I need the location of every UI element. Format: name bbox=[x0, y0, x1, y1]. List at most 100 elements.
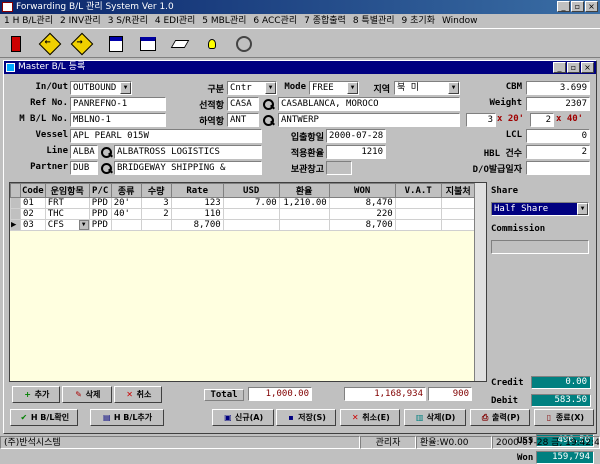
menu-init[interactable]: 9 초기화 bbox=[402, 14, 435, 28]
cell-vat[interactable] bbox=[394, 208, 442, 220]
child-restore-button[interactable]: ▫ bbox=[567, 62, 580, 73]
calendar-icon[interactable] bbox=[136, 33, 160, 55]
pol-name-field[interactable]: CASABLANCA, MOROCO bbox=[278, 97, 460, 111]
pol-code-field[interactable]: CASA bbox=[227, 97, 259, 111]
cell-pc[interactable]: PPD bbox=[88, 197, 112, 209]
hbl-add-button[interactable]: ▤ H B/L추가 bbox=[90, 409, 164, 426]
menu-acc[interactable]: 6 ACC관리 bbox=[253, 14, 297, 28]
menu-hbl[interactable]: 1 H B/L관리 bbox=[4, 14, 53, 28]
cell-item[interactable]: CFS ▼ bbox=[44, 219, 90, 231]
menu-inv[interactable]: 2 INV관리 bbox=[60, 14, 101, 28]
commission-field[interactable] bbox=[491, 240, 589, 254]
partner-name-field[interactable]: BRIDGEWAY SHIPPING & bbox=[114, 161, 262, 175]
menu-edi[interactable]: 4 EDI관리 bbox=[155, 14, 195, 28]
cell-type[interactable]: 40' bbox=[110, 208, 142, 220]
child-minimize-button[interactable]: _ bbox=[553, 62, 566, 73]
cell-rate[interactable]: 110 bbox=[170, 208, 224, 220]
col-code[interactable]: Code bbox=[20, 183, 46, 198]
cell-won[interactable]: 8,470 bbox=[328, 197, 396, 209]
delete-row-button[interactable]: ✎ 삭제 bbox=[62, 386, 112, 403]
col-pc[interactable]: P/C bbox=[88, 183, 112, 198]
exit-button[interactable]: ▯ 종료(X) bbox=[534, 409, 594, 426]
cell-code[interactable]: 03 bbox=[20, 219, 46, 231]
cell-exrate[interactable]: 1,210.00 bbox=[278, 197, 330, 209]
cbm-field[interactable]: 3.699 bbox=[526, 81, 590, 95]
eraser-icon[interactable] bbox=[168, 33, 192, 55]
cancel-row-button[interactable]: ✕ 취소 bbox=[114, 386, 162, 403]
add-row-button[interactable]: + 추가 bbox=[12, 386, 60, 403]
restore-button[interactable]: ▫ bbox=[571, 1, 584, 12]
col-item[interactable]: 운임항목 bbox=[44, 183, 90, 198]
menu-sr[interactable]: 3 S/R관리 bbox=[108, 14, 148, 28]
cntr20-field[interactable]: 3 bbox=[466, 113, 496, 127]
col-exrate[interactable]: 환율 bbox=[278, 183, 330, 198]
hbl-count-field[interactable]: 2 bbox=[526, 145, 590, 159]
cell-qty[interactable] bbox=[140, 219, 172, 231]
new-button[interactable]: ▣ 신규(A) bbox=[212, 409, 274, 426]
minimize-button[interactable]: _ bbox=[557, 1, 570, 12]
menu-report[interactable]: 7 종합출력 bbox=[304, 14, 346, 28]
line-code-field[interactable]: ALBA bbox=[70, 145, 98, 159]
cell-type[interactable]: 20' bbox=[110, 197, 142, 209]
col-qty[interactable]: 수량 bbox=[140, 183, 172, 198]
cell-won[interactable]: 8,700 bbox=[328, 219, 396, 231]
cell-won[interactable]: 220 bbox=[328, 208, 396, 220]
cell-usd[interactable] bbox=[222, 219, 280, 231]
rate-field[interactable]: 1210 bbox=[326, 145, 386, 159]
table-row[interactable]: 02 THC PPD 40' 2 110 220 bbox=[10, 208, 476, 220]
forward-arrow-icon[interactable]: → bbox=[70, 32, 94, 56]
exit-door-icon[interactable] bbox=[4, 33, 28, 55]
chevron-down-icon[interactable]: ▼ bbox=[78, 220, 89, 230]
close-button[interactable]: × bbox=[585, 1, 598, 12]
cell-exrate[interactable] bbox=[278, 219, 330, 231]
bonded-field[interactable] bbox=[326, 161, 352, 175]
col-payee[interactable]: 지불처 bbox=[440, 183, 476, 198]
search-icon[interactable] bbox=[262, 114, 274, 126]
in-out-select[interactable]: OUTBOUND ▼ bbox=[70, 81, 132, 95]
table-row[interactable]: ▶ 03 CFS ▼ PPD 8,700 8,700 bbox=[10, 219, 476, 231]
do-date-field[interactable] bbox=[526, 161, 590, 175]
phone-icon[interactable] bbox=[232, 33, 256, 55]
cell-usd[interactable] bbox=[222, 208, 280, 220]
mbl-field[interactable]: MBLNO-1 bbox=[70, 113, 166, 127]
weight-field[interactable]: 2307 bbox=[526, 97, 590, 111]
cell-item[interactable]: THC bbox=[44, 208, 90, 220]
cell-qty[interactable]: 2 bbox=[140, 208, 172, 220]
calculator-icon[interactable] bbox=[104, 33, 128, 55]
table-row[interactable]: 01 FRT PPD 20' 3 123 7.00 1,210.00 8,470 bbox=[10, 197, 476, 209]
grid-scrollbar[interactable] bbox=[474, 183, 486, 381]
cell-vat[interactable] bbox=[394, 219, 442, 231]
save-button[interactable]: ▪ 저장(S) bbox=[276, 409, 336, 426]
col-type[interactable]: 종류 bbox=[110, 183, 142, 198]
pod-name-field[interactable]: ANTWERP bbox=[278, 113, 460, 127]
date-field[interactable]: 2000-07-28 bbox=[326, 129, 386, 143]
hbl-confirm-button[interactable]: ✔ H B/L확인 bbox=[10, 409, 78, 426]
line-name-field[interactable]: ALBATROSS LOGISTICS bbox=[114, 145, 262, 159]
cell-pc[interactable]: PPD bbox=[88, 208, 112, 220]
col-usd[interactable]: USD bbox=[222, 183, 280, 198]
share-select[interactable]: Half Share ▼ bbox=[491, 202, 589, 216]
cell-vat[interactable] bbox=[394, 197, 442, 209]
col-rate[interactable]: Rate bbox=[170, 183, 224, 198]
cell-type[interactable] bbox=[110, 219, 142, 231]
ref-field[interactable]: PANREFNO-1 bbox=[70, 97, 166, 111]
menu-special[interactable]: 8 특별관리 bbox=[353, 14, 395, 28]
cell-rate[interactable]: 123 bbox=[170, 197, 224, 209]
menu-mbl[interactable]: 5 MBL관리 bbox=[202, 14, 246, 28]
cancel-button[interactable]: ✕ 취소(E) bbox=[340, 409, 400, 426]
cntr40-field[interactable]: 2 bbox=[530, 113, 554, 127]
cell-code[interactable]: 01 bbox=[20, 197, 46, 209]
cell-payee[interactable] bbox=[440, 208, 476, 220]
cell-usd[interactable]: 7.00 bbox=[222, 197, 280, 209]
vessel-field[interactable]: APL PEARL 015W bbox=[70, 129, 262, 143]
region-select[interactable]: 북 미 ▼ bbox=[394, 81, 460, 95]
mode-select[interactable]: FREE ▼ bbox=[309, 81, 359, 95]
col-vat[interactable]: V.A.T bbox=[394, 183, 442, 198]
cell-item[interactable]: FRT bbox=[44, 197, 90, 209]
cell-rate[interactable]: 8,700 bbox=[170, 219, 224, 231]
print-button[interactable]: ⎙ 출력(P) bbox=[470, 409, 530, 426]
cell-exrate[interactable] bbox=[278, 208, 330, 220]
cell-code[interactable]: 02 bbox=[20, 208, 46, 220]
back-arrow-icon[interactable]: ← bbox=[38, 32, 62, 56]
col-won[interactable]: WON bbox=[328, 183, 396, 198]
